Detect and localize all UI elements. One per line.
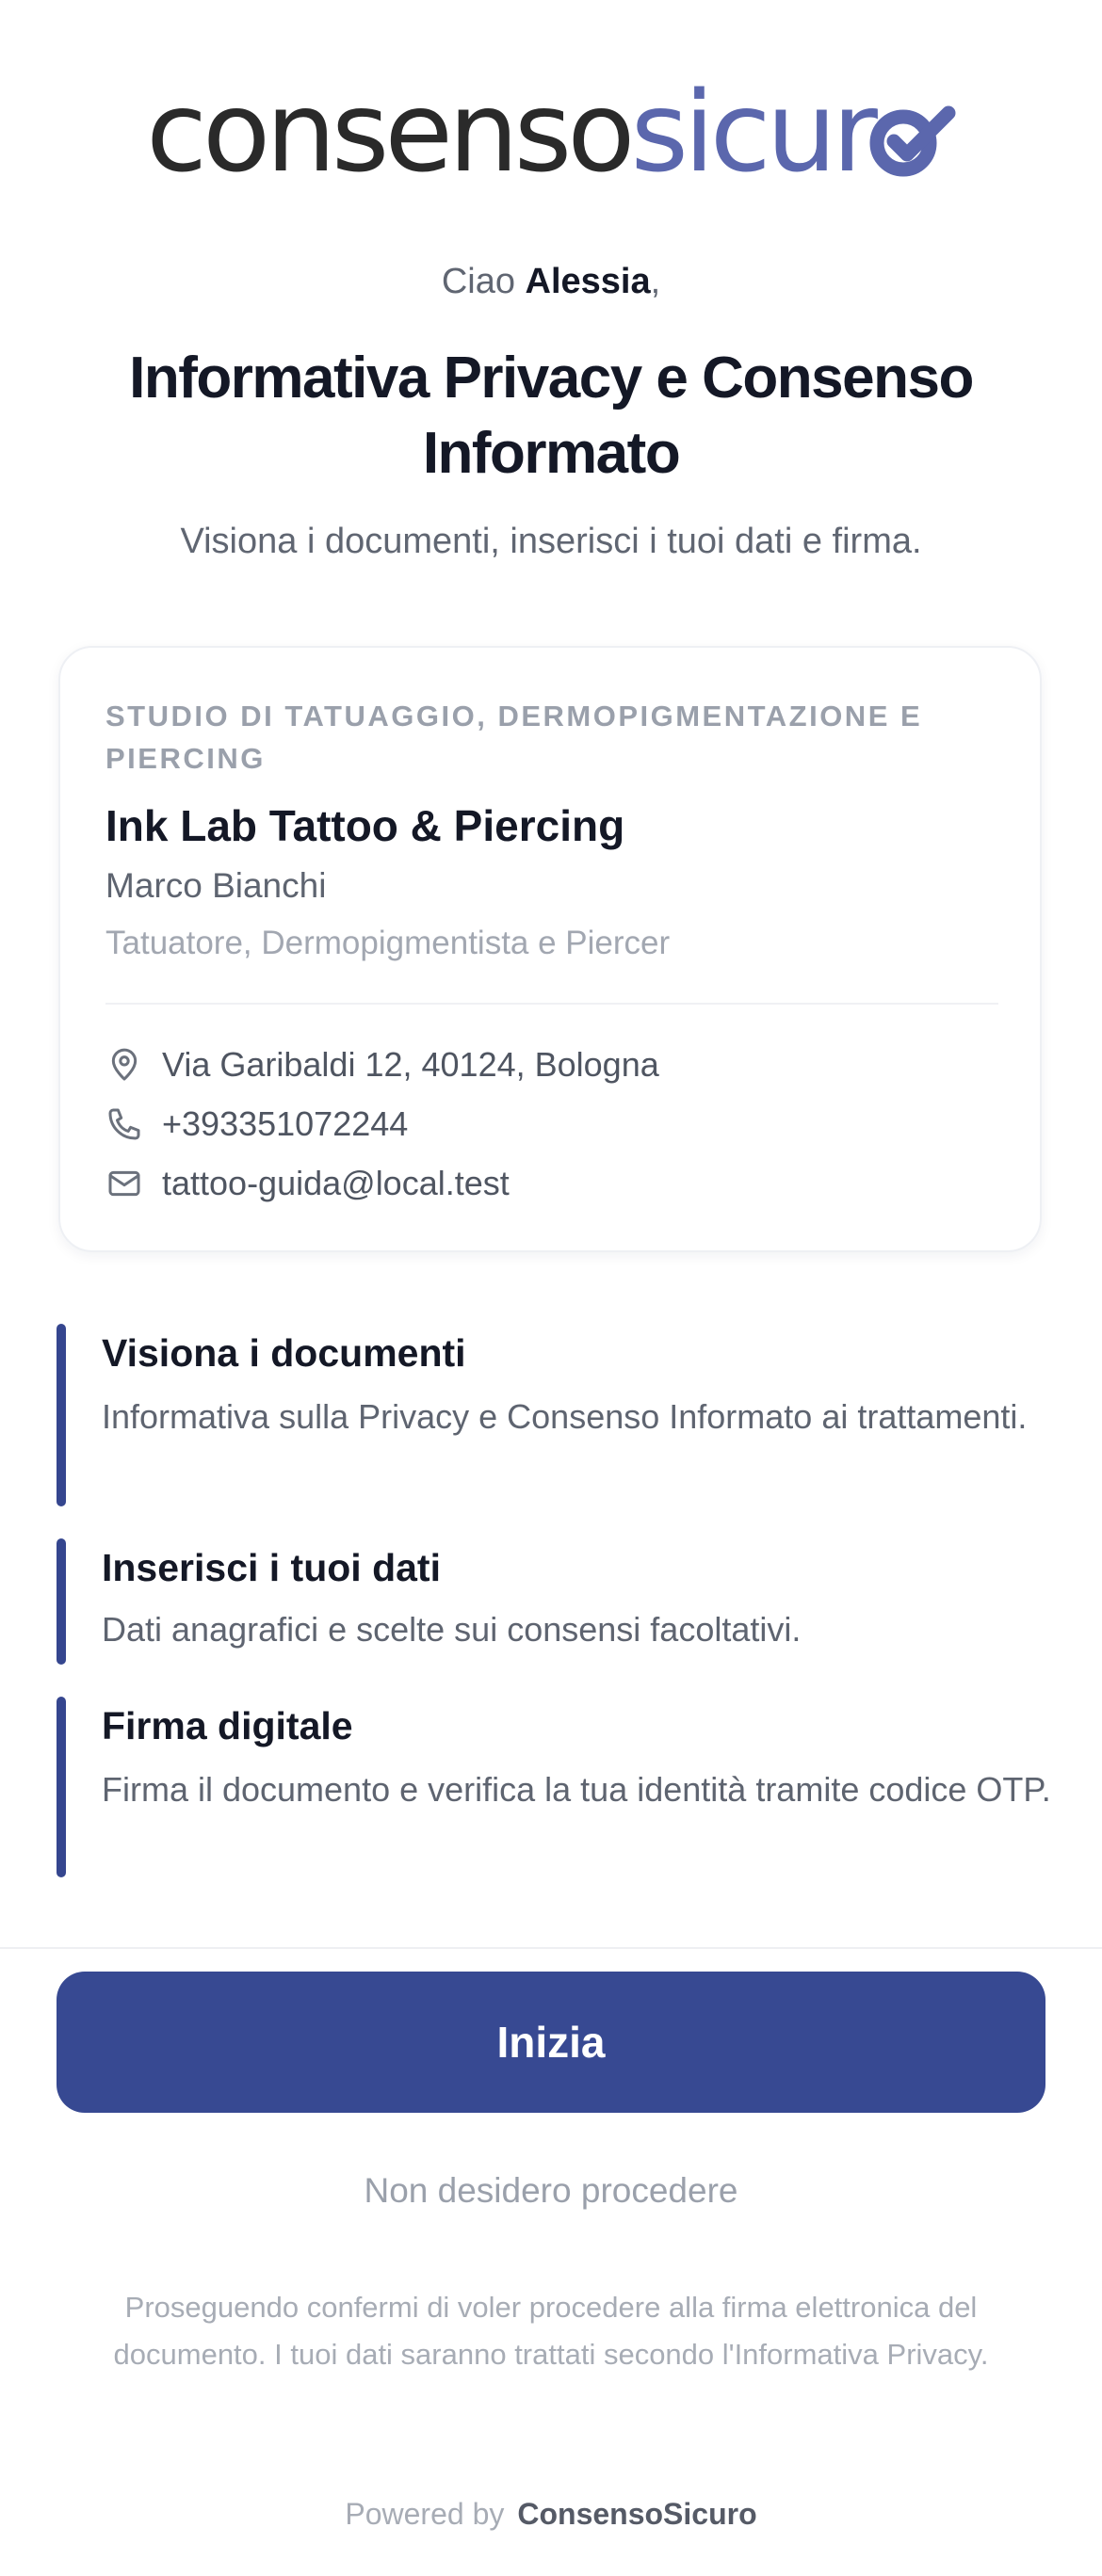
page-title: Informativa Privacy e Consenso Informato — [129, 346, 974, 486]
step-enter-data: Inserisci i tuoi dati Dati anagrafici e … — [57, 1538, 1055, 1665]
studio-category: STUDIO DI TATUAGGIO, DERMOPIGMENTAZIONE … — [105, 700, 923, 775]
studio-person: Marco Bianchi — [105, 866, 327, 905]
step-description: Informativa sulla Privacy e Consenso Inf… — [102, 1397, 1028, 1436]
logo-text-sicur: sicur — [630, 67, 877, 197]
powered-by-label: Powered by — [345, 2497, 505, 2531]
studio-name: Ink Lab Tattoo & Piercing — [105, 801, 625, 850]
greeting: Ciao Alessia, — [0, 262, 1102, 302]
greeting-suffix: , — [650, 262, 661, 301]
phone-row: +393351072244 — [105, 1104, 408, 1144]
logo-check-icon — [869, 105, 956, 177]
phone-icon — [108, 1108, 140, 1140]
studio-role: Tatuatore, Dermopigmentista e Piercer — [105, 925, 671, 961]
legal-notice: Proseguendo confermi di voler procedere … — [113, 2291, 989, 2371]
decline-link[interactable]: Non desidero procedere — [0, 2171, 1102, 2211]
powered-by-brand[interactable]: ConsensoSicuro — [517, 2497, 756, 2531]
location-pin-icon — [111, 1048, 138, 1081]
brand-logo: consensosicur — [0, 75, 1102, 188]
page-subtitle: Visiona i documenti, inserisci i tuoi da… — [180, 522, 922, 561]
studio-email: tattoo-guida@local.test — [162, 1164, 510, 1202]
step-title: Visiona i documenti — [102, 1331, 466, 1375]
email-row: tattoo-guida@local.test — [105, 1164, 510, 1203]
step-description: Firma il documento e verifica la tua ide… — [102, 1770, 1051, 1809]
step-digital-signature: Firma digitale Firma il documento e veri… — [57, 1697, 1055, 1877]
logo-text-consenso: consenso — [146, 67, 635, 197]
studio-phone: +393351072244 — [162, 1104, 409, 1143]
mail-icon — [108, 1170, 140, 1197]
step-title: Inserisci i tuoi dati — [102, 1546, 441, 1589]
step-bar — [57, 1697, 66, 1877]
footer-divider — [0, 1947, 1102, 1949]
step-description: Dati anagrafici e scelte sui consensi fa… — [102, 1610, 802, 1649]
step-view-documents: Visiona i documenti Informativa sulla Pr… — [57, 1324, 1055, 1506]
step-title: Firma digitale — [102, 1704, 353, 1747]
powered-by: Powered by ConsensoSicuro — [0, 2497, 1102, 2532]
studio-card: STUDIO DI TATUAGGIO, DERMOPIGMENTAZIONE … — [58, 646, 1042, 1252]
greeting-name: Alessia — [525, 262, 651, 301]
address-row: Via Garibaldi 12, 40124, Bologna — [105, 1045, 659, 1085]
studio-address: Via Garibaldi 12, 40124, Bologna — [162, 1045, 659, 1084]
greeting-prefix: Ciao — [441, 262, 526, 301]
start-button[interactable]: Inizia — [57, 1972, 1045, 2113]
step-bar — [57, 1538, 66, 1665]
step-bar — [57, 1324, 66, 1506]
card-divider — [105, 1003, 998, 1005]
